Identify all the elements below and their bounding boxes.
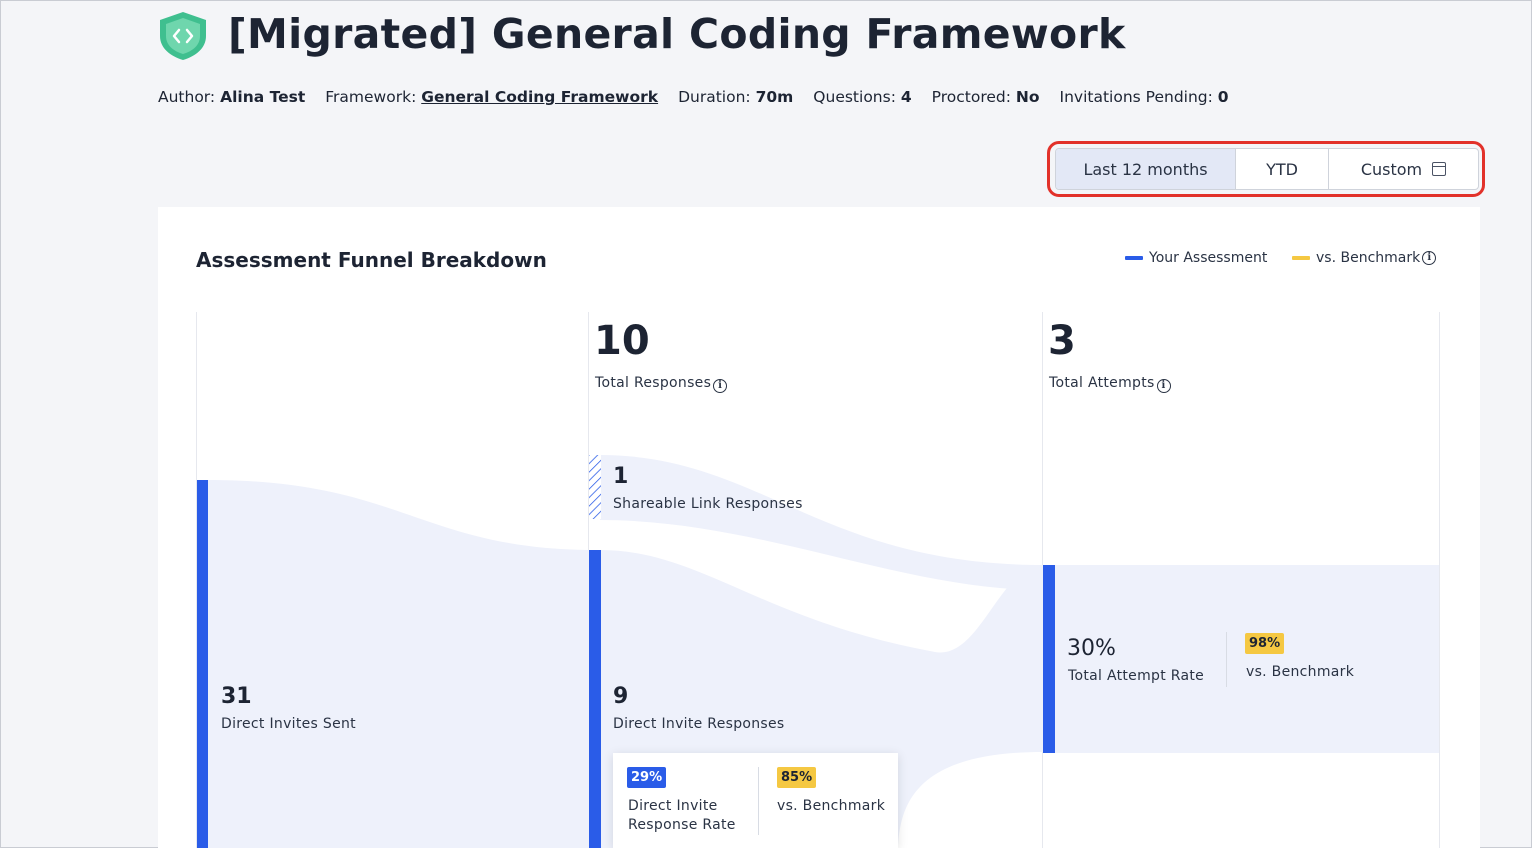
flow-direct-invites [208,480,589,848]
response-rate-label-line2: Response Rate [628,817,736,833]
response-benchmark-label: vs. Benchmark [777,798,886,814]
divider [758,767,759,835]
attempt-rate-value: 30% [1067,636,1116,661]
total-responses-value: 10 [594,318,650,364]
attempt-benchmark-badge: 98% [1245,633,1285,654]
bar-direct-invites[interactable] [197,480,208,848]
total-responses-label: Total Responses i [595,375,728,393]
divider [1226,632,1227,687]
direct-invites-label: Direct Invites Sent [221,716,356,732]
shareable-value: 1 [613,464,629,489]
direct-responses-label: Direct Invite Responses [613,716,785,732]
response-benchmark-badge: 85% [777,767,817,788]
total-attempts-value: 3 [1048,318,1076,364]
attempt-benchmark-label: vs. Benchmark [1246,664,1355,680]
bar-direct-responses[interactable] [589,550,601,848]
bar-attempts[interactable] [1043,565,1055,753]
attempt-rate-label: Total Attempt Rate [1068,668,1205,684]
bar-shareable-link[interactable] [589,455,601,519]
direct-responses-value: 9 [613,684,629,709]
response-rate-label-line1: Direct Invite [628,798,718,814]
total-attempts-label: Total Attempts i [1049,375,1171,393]
response-rate-badge: 29% [627,767,667,788]
info-icon[interactable]: i [713,379,728,393]
info-icon[interactable]: i [1156,379,1171,393]
shareable-label: Shareable Link Responses [613,496,803,512]
direct-invites-value: 31 [221,684,252,709]
